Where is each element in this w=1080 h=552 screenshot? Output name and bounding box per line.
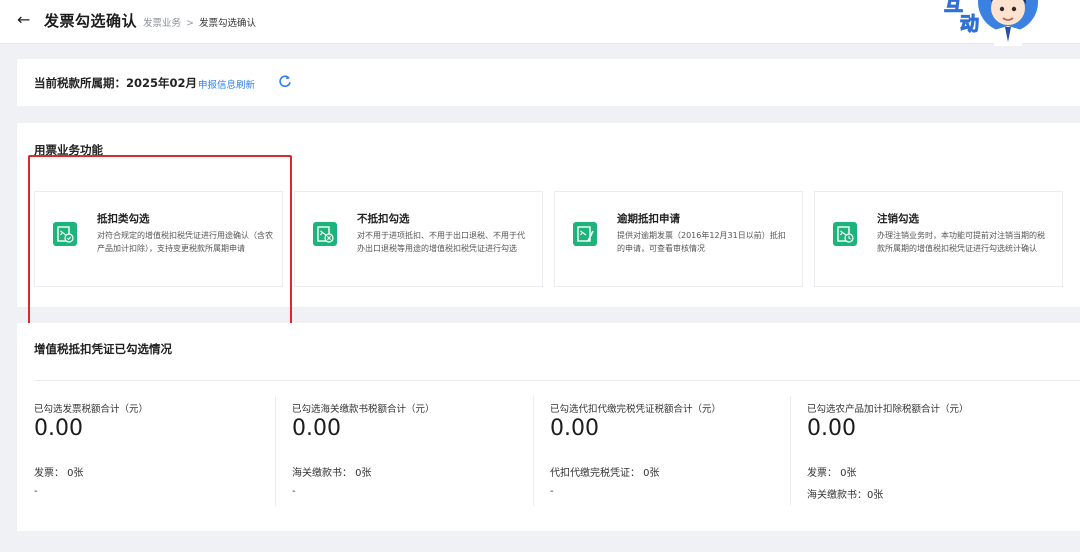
function-name: 抵扣类勾选 [97, 213, 150, 225]
refresh-icon[interactable] [278, 74, 292, 88]
tax-period-label: 当前税款所属期：2025年02月 [34, 76, 198, 90]
stat-label: 已勾选海关缴款书税额合计（元） [292, 404, 435, 415]
stat-label: 已勾选代扣代缴完税凭证税额合计（元） [550, 404, 722, 415]
mascot-label-2: 动 [960, 13, 979, 35]
summary-divider [34, 380, 1080, 381]
overdue-deduction-icon [573, 222, 597, 246]
stat-customs-tax: 已勾选海关缴款书税额合计（元） 0.00 海关缴款书： 0张 - [275, 393, 542, 513]
stat-extra: - [34, 486, 38, 497]
function-name: 注销勾选 [877, 213, 919, 225]
function-name: 逾期抵扣申请 [617, 213, 680, 225]
breadcrumb-separator: > [186, 18, 194, 29]
breadcrumb-item-current: 发票勾选确认 [198, 18, 256, 29]
summary-section-title: 增值税抵扣凭证已勾选情况 [34, 342, 172, 356]
column-divider [533, 396, 534, 506]
functions-section-title: 用票业务功能 [34, 143, 103, 157]
stat-value: 0.00 [292, 416, 341, 441]
function-description: 对符合规定的增值税扣税凭证进行用途确认（含农产品加计扣除），支持变更税款所属期申… [97, 231, 273, 253]
function-description: 对不用于进项抵扣、不用于出口退税、不用于代办出口退税等用途的增值税扣税凭证进行勾… [357, 231, 525, 253]
stat-value: 0.00 [550, 416, 599, 441]
column-divider [275, 396, 276, 506]
no-deduction-icon [313, 222, 337, 246]
stat-count: 代扣代缴完税凭证： 0张 [550, 468, 660, 479]
stat-count: 发票： 0张 [34, 468, 84, 479]
stat-withholding-tax: 已勾选代扣代缴完税凭证税额合计（元） 0.00 代扣代缴完税凭证： 0张 - [533, 393, 800, 513]
top-bar: ← 发票勾选确认 发票业务 > 发票勾选确认 互 动 [0, 0, 1080, 46]
page-title: 发票勾选确认 [44, 12, 138, 30]
function-description: 提供对逾期发票（2016年12月31日以前）抵扣的申请，可查看审核情况 [617, 231, 786, 253]
ticket-functions-card: 用票业务功能 抵扣类勾选 对符合规定的增值税扣税凭证进行用途确认（含农产品加计扣… [17, 123, 1080, 307]
deduction-check-icon [53, 222, 77, 246]
cancel-check-icon [833, 222, 857, 246]
stat-extra: 海关缴款书：0张 [807, 490, 884, 501]
stat-extra: - [292, 486, 296, 497]
stat-extra: - [550, 486, 554, 497]
refresh-declaration-link[interactable]: 申报信息刷新 [198, 77, 255, 91]
stat-value: 0.00 [807, 416, 856, 441]
stat-count: 海关缴款书： 0张 [292, 468, 372, 479]
column-divider [790, 396, 791, 506]
function-name: 不抵扣勾选 [357, 213, 410, 225]
function-deduction-check[interactable]: 抵扣类勾选 对符合规定的增值税扣税凭证进行用途确认（含农产品加计扣除），支持变更… [34, 191, 283, 287]
breadcrumb: 发票业务 > 发票勾选确认 [143, 15, 256, 29]
stat-value: 0.00 [34, 416, 83, 441]
function-description: 办理注销业务时，本功能可提前对注销当期的税款所属期的增值税扣税凭证进行勾选统计确… [877, 231, 1045, 253]
vat-check-summary-card: 增值税抵扣凭证已勾选情况 已勾选发票税额合计（元） 0.00 发票： 0张 - … [17, 323, 1080, 531]
function-cancel-check[interactable]: 注销勾选 办理注销业务时，本功能可提前对注销当期的税款所属期的增值税扣税凭证进行… [814, 191, 1063, 287]
stat-label: 已勾选农产品加计扣除税额合计（元） [807, 404, 969, 415]
back-arrow-icon[interactable]: ← [17, 9, 37, 31]
function-no-deduction-check[interactable]: 不抵扣勾选 对不用于进项抵扣、不用于出口退税、不用于代办出口退税等用途的增值税扣… [294, 191, 543, 287]
stat-label: 已勾选发票税额合计（元） [34, 404, 149, 415]
function-overdue-deduction-apply[interactable]: 逾期抵扣申请 提供对逾期发票（2016年12月31日以前）抵扣的申请，可查看审核… [554, 191, 803, 287]
assistant-mascot[interactable]: 互 动 [942, 0, 1038, 46]
stat-agri-extra-deduction: 已勾选农产品加计扣除税额合计（元） 0.00 发票： 0张 海关缴款书：0张 [790, 393, 1057, 513]
stat-count: 发票： 0张 [807, 468, 857, 479]
tax-period-card: 当前税款所属期：2025年02月 申报信息刷新 [17, 59, 1080, 106]
stat-invoice-tax: 已勾选发票税额合计（元） 0.00 发票： 0张 - [34, 393, 284, 513]
breadcrumb-item-invoice-business[interactable]: 发票业务 [143, 18, 181, 29]
